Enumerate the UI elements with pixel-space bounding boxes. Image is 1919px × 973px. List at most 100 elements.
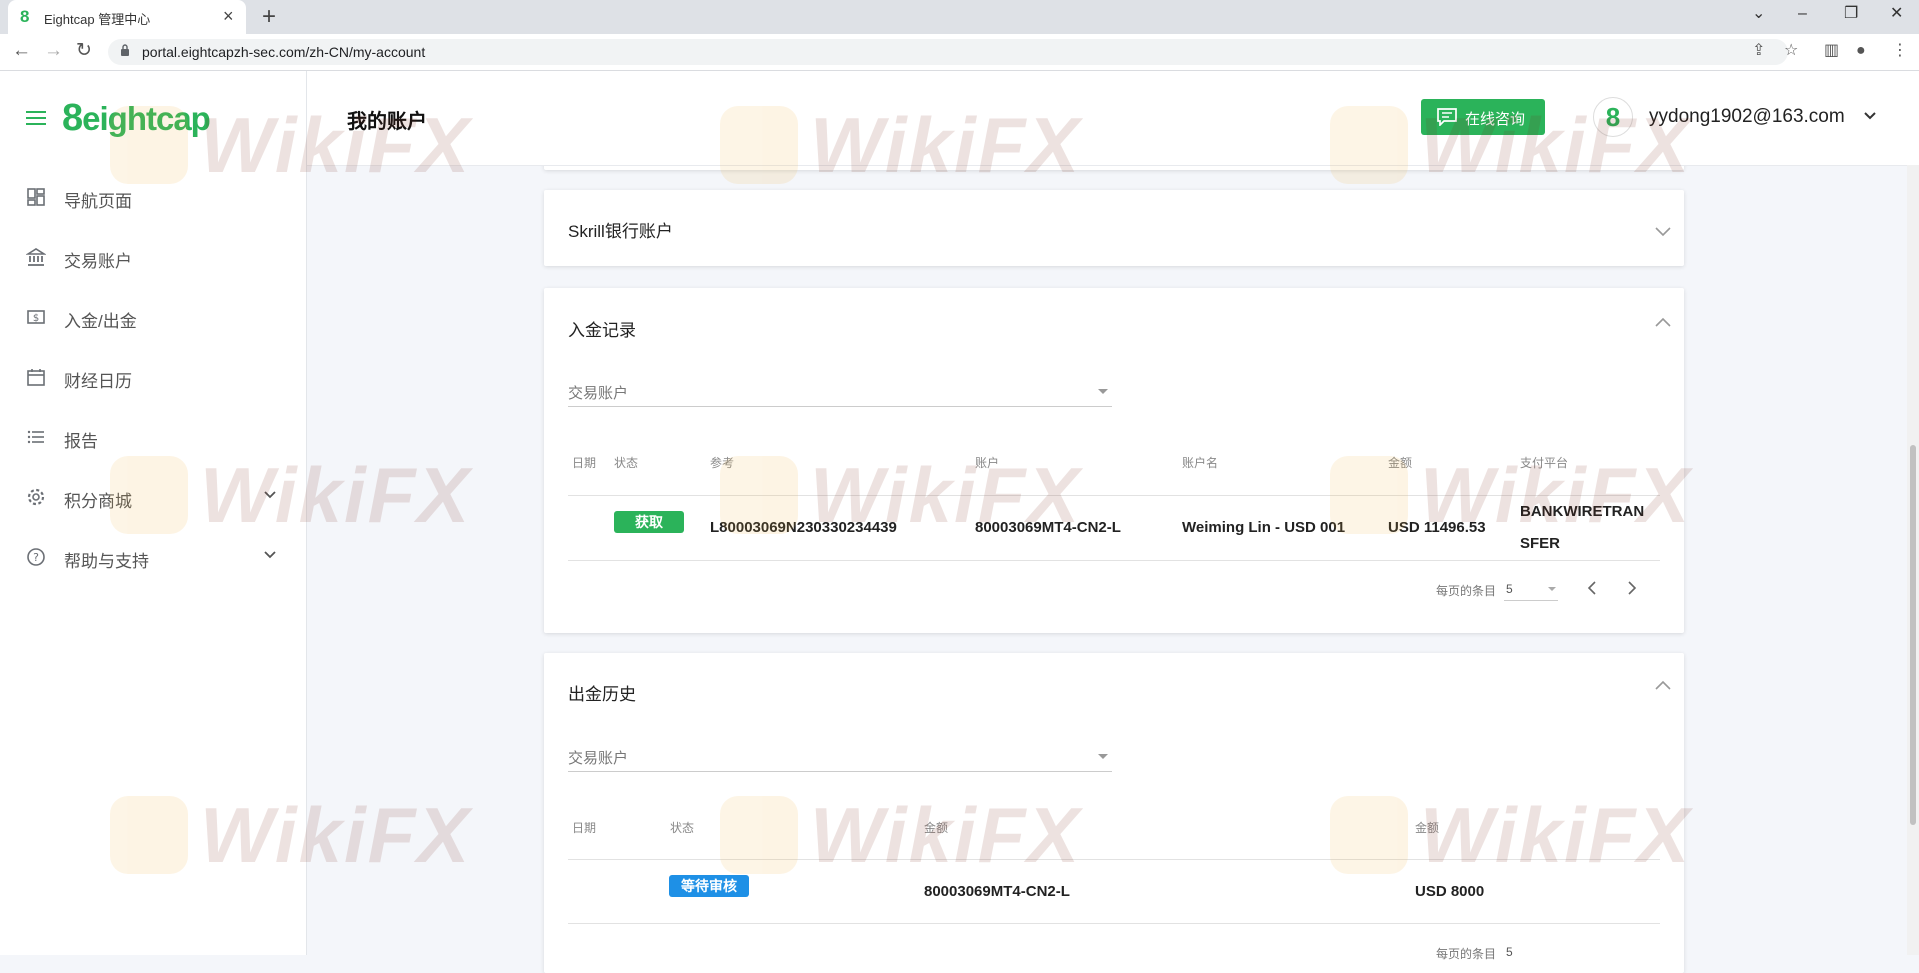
browser-tab[interactable]: 8 Eightcap 管理中心 ×: [8, 0, 246, 34]
tab-close-icon[interactable]: ×: [223, 6, 234, 26]
column-header-account-name[interactable]: 账户名: [1182, 454, 1218, 471]
column-header-amount[interactable]: 金额: [1388, 454, 1412, 471]
reload-icon[interactable]: ↻: [76, 40, 92, 62]
items-per-page-underline: [1504, 600, 1558, 601]
chevron-down-icon[interactable]: [1863, 110, 1877, 122]
column-header-date[interactable]: 日期: [572, 454, 596, 471]
scrollbar-thumb[interactable]: [1910, 445, 1916, 825]
gear-icon: [27, 488, 45, 506]
select-placeholder: 交易账户: [568, 385, 629, 402]
withdrawal-account-select[interactable]: 交易账户: [568, 743, 1112, 772]
chevron-right-icon[interactable]: [1626, 581, 1638, 595]
address-bar: ← → ↻ portal.eightcapzh-sec.com/zh-CN/my…: [0, 34, 1919, 71]
window-close-icon[interactable]: ✕: [1890, 4, 1903, 24]
chevron-left-icon[interactable]: [1586, 581, 1598, 595]
chevron-down-icon[interactable]: [264, 489, 276, 501]
sidebar-item-reports[interactable]: 报告: [0, 415, 306, 459]
items-per-page-select[interactable]: 5: [1506, 582, 1513, 596]
page-title: 我的账户: [347, 111, 427, 133]
withdrawal-history-card: 出金历史 交易账户 日期 状态 金额 金额 等待审核 80003069MT4-C…: [544, 653, 1684, 973]
sidebar-item-label: 积分商城: [64, 492, 132, 511]
eightcap-logo[interactable]: 8eightcap: [62, 97, 211, 139]
url-text: portal.eightcapzh-sec.com/zh-CN/my-accou…: [142, 44, 426, 60]
forward-icon[interactable]: →: [44, 40, 63, 62]
items-per-page-label: 每页的条目: [1436, 947, 1497, 961]
dropdown-arrow-icon: [1548, 587, 1556, 591]
sidebar-item-points-mall[interactable]: 积分商城: [0, 475, 306, 519]
bookmark-star-icon[interactable]: ☆: [1784, 40, 1798, 62]
divider: [568, 923, 1660, 924]
chevron-up-icon[interactable]: [1654, 316, 1672, 328]
column-header-amount-1[interactable]: 金额: [924, 819, 948, 836]
sidebar-item-calendar[interactable]: 财经日历: [0, 355, 306, 399]
column-header-platform[interactable]: 支付平台: [1520, 454, 1568, 471]
row-amount: USD 11496.53: [1388, 519, 1486, 536]
row-account: 80003069MT4-CN2-L: [924, 883, 1070, 900]
dashboard-grid-icon: [27, 188, 45, 206]
sidepanel-icon[interactable]: ▥: [1824, 40, 1839, 62]
row-account: 80003069MT4-CN2-L: [975, 519, 1121, 536]
row-account-name: Weiming Lin - USD 001: [1182, 519, 1346, 536]
page-header: 我的账户 在线咨询 8 yydong1902@163.com: [307, 71, 1919, 166]
row-reference: L80003069N230330234439: [710, 519, 897, 536]
chevron-down-icon[interactable]: [264, 549, 276, 561]
deposit-records-title: 入金记录: [568, 321, 636, 340]
sidebar-item-deposit-withdraw[interactable]: $ 入金/出金: [0, 295, 306, 339]
browser-menu-icon[interactable]: ⋮: [1892, 40, 1908, 62]
minimize-icon[interactable]: –: [1798, 4, 1807, 24]
divider: [568, 560, 1660, 561]
row-amount: USD 8000: [1415, 883, 1485, 900]
restore-icon[interactable]: ❐: [1844, 4, 1858, 24]
sidebar-item-trading-accounts[interactable]: 交易账户: [0, 235, 306, 279]
chevron-up-icon[interactable]: [1654, 679, 1672, 691]
chevron-down-icon[interactable]: [1654, 226, 1672, 238]
column-header-status[interactable]: 状态: [614, 454, 638, 471]
chat-icon: [1437, 108, 1457, 126]
sidebar-item-dashboard[interactable]: 导航页面: [0, 175, 306, 219]
svg-text:?: ?: [33, 551, 39, 564]
avatar[interactable]: 8: [1593, 97, 1633, 137]
hamburger-menu-icon[interactable]: [26, 111, 46, 125]
eightcap-favicon-icon: 8: [20, 7, 30, 26]
new-tab-icon[interactable]: +: [262, 3, 276, 31]
tab-title: Eightcap 管理中心: [44, 12, 151, 27]
column-header-reference[interactable]: 参考: [710, 454, 734, 471]
sidebar-item-label: 入金/出金: [64, 312, 137, 331]
back-icon[interactable]: ←: [12, 40, 31, 62]
logo-digit: 8: [62, 97, 83, 139]
column-header-amount-2[interactable]: 金额: [1415, 819, 1439, 836]
list-icon: [27, 430, 44, 444]
select-placeholder: 交易账户: [568, 750, 629, 767]
column-header-status[interactable]: 状态: [670, 819, 694, 836]
lock-icon: [121, 44, 129, 56]
calendar-icon: [27, 369, 45, 386]
svg-text:$: $: [33, 313, 39, 324]
dropdown-arrow-icon: [1098, 389, 1108, 394]
tab-search-chevron-icon[interactable]: ⌄: [1752, 4, 1765, 24]
items-per-page-select[interactable]: 5: [1506, 945, 1513, 959]
deposit-account-select[interactable]: 交易账户: [568, 378, 1112, 407]
profile-icon[interactable]: ●: [1856, 40, 1866, 62]
status-badge: 获取: [614, 511, 684, 533]
skrill-card[interactable]: Skrill银行账户: [544, 190, 1684, 266]
dropdown-arrow-icon: [1098, 754, 1108, 759]
url-field[interactable]: portal.eightcapzh-sec.com/zh-CN/my-accou…: [108, 39, 1788, 65]
sidebar-item-label: 交易账户: [64, 252, 132, 271]
status-badge: 等待审核: [669, 875, 749, 897]
bank-icon: [26, 248, 46, 266]
online-chat-button[interactable]: 在线咨询: [1421, 99, 1545, 135]
user-email[interactable]: yydong1902@163.com: [1649, 106, 1845, 128]
sidebar-item-label: 财经日历: [64, 372, 132, 391]
divider: [568, 495, 1660, 496]
items-per-page-label: 每页的条目: [1436, 584, 1497, 598]
sidebar: 8eightcap 导航页面 交易账户 $ 入金/出金 财经日历 报告 积分商城…: [0, 71, 307, 955]
sidebar-item-label: 报告: [64, 432, 98, 451]
column-header-account[interactable]: 账户: [975, 454, 999, 471]
column-header-date[interactable]: 日期: [572, 819, 596, 836]
sidebar-item-label: 帮助与支持: [64, 552, 149, 571]
share-icon[interactable]: ⇪: [1752, 40, 1765, 62]
money-icon: $: [27, 310, 45, 324]
deposit-records-card: 入金记录 交易账户 日期 状态 参考 账户 账户名 金额 支付平台 获取 L80…: [544, 288, 1684, 633]
divider: [568, 859, 1660, 860]
sidebar-item-help[interactable]: ? 帮助与支持: [0, 535, 306, 579]
